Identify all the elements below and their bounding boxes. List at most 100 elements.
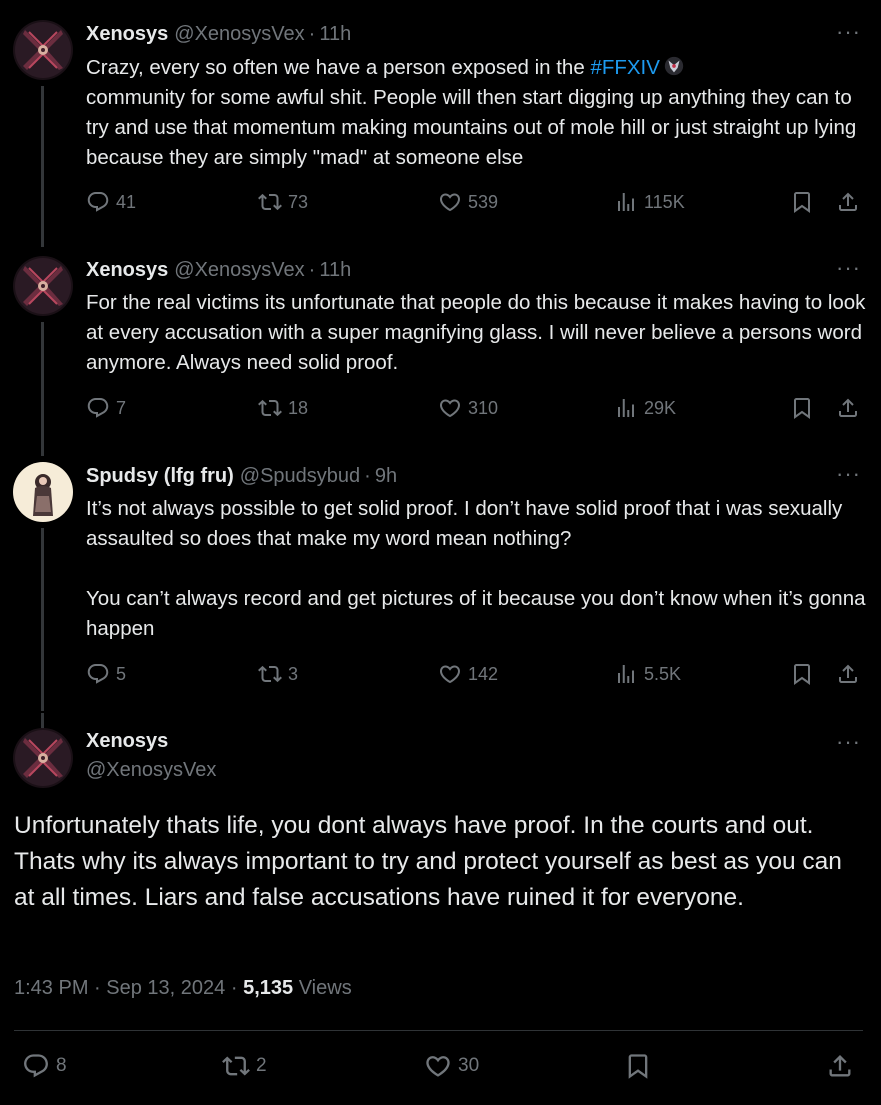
- reply-button[interactable]: 8: [22, 1052, 67, 1080]
- share-button[interactable]: [826, 1052, 860, 1080]
- repost-button[interactable]: 2: [222, 1052, 267, 1080]
- share-button[interactable]: [836, 662, 860, 686]
- more-icon[interactable]: ···: [836, 21, 861, 43]
- user-handle[interactable]: @XenosysVex: [174, 259, 304, 282]
- main-tweet-header: Xenosys @XenosysVex: [86, 730, 216, 782]
- share-icon: [836, 662, 860, 686]
- thread-connector-line: [41, 528, 44, 711]
- bookmark-button[interactable]: [790, 662, 814, 686]
- views-count: 115K: [644, 191, 685, 212]
- views-button[interactable]: 115K: [614, 190, 685, 214]
- reply-icon: [86, 396, 110, 420]
- separator: ·: [230, 977, 238, 999]
- reply-icon: [86, 190, 110, 214]
- repost-count: 2: [256, 1055, 267, 1076]
- views-button[interactable]: 29K: [614, 396, 676, 420]
- repost-count: 18: [288, 397, 309, 418]
- like-count: 142: [468, 663, 499, 684]
- repost-button[interactable]: 18: [258, 396, 308, 420]
- avatar[interactable]: [13, 462, 73, 522]
- thread-connector-line: [41, 86, 44, 247]
- like-count: 310: [468, 397, 499, 418]
- repost-button[interactable]: 73: [258, 190, 308, 214]
- reply-icon: [22, 1052, 50, 1080]
- share-icon: [836, 396, 860, 420]
- tweet-date[interactable]: Sep 13, 2024: [106, 977, 225, 999]
- main-tweet-text: Unfortunately thats life, you dont alway…: [14, 812, 842, 911]
- bookmark-icon: [790, 190, 814, 214]
- tweet-text-part: community for some awful shit. People wi…: [86, 86, 857, 169]
- reply-button[interactable]: 7: [86, 396, 126, 420]
- thread-connector-line: [41, 322, 44, 456]
- tweet-text: It’s not always possible to get solid pr…: [86, 497, 866, 640]
- bookmark-icon: [790, 662, 814, 686]
- like-count: 539: [468, 191, 499, 212]
- tweet-meta: 1:43 PM · Sep 13, 2024 · 5,135 Views: [14, 977, 352, 1000]
- like-button[interactable]: 310: [438, 396, 498, 420]
- bookmark-button[interactable]: [624, 1052, 658, 1080]
- reply-count: 5: [116, 663, 127, 684]
- share-button[interactable]: [836, 396, 860, 420]
- more-icon[interactable]: ···: [836, 257, 861, 279]
- reply-count: 8: [56, 1055, 67, 1076]
- avatar[interactable]: [13, 20, 73, 80]
- repost-count: 73: [288, 191, 309, 212]
- timestamp[interactable]: 11h: [319, 259, 351, 282]
- separator: ·: [94, 977, 101, 999]
- repost-icon: [258, 190, 282, 214]
- reply-count: 41: [116, 191, 137, 212]
- thread-connector-line: [41, 713, 44, 728]
- separator: ·: [308, 22, 316, 45]
- reply-button[interactable]: 5: [86, 662, 126, 686]
- display-name[interactable]: Xenosys: [86, 259, 168, 282]
- like-icon: [424, 1052, 452, 1080]
- repost-icon: [222, 1052, 250, 1080]
- bookmark-button[interactable]: [790, 396, 814, 420]
- share-button[interactable]: [836, 190, 860, 214]
- views-total: 5,135: [243, 977, 294, 999]
- tweet-header: Xenosys @XenosysVex · 11h: [86, 256, 351, 284]
- main-display-name[interactable]: Xenosys: [86, 730, 216, 753]
- like-button[interactable]: 539: [438, 190, 498, 214]
- views-icon: [614, 662, 638, 686]
- display-name[interactable]: Xenosys: [86, 23, 168, 46]
- tweet-text: For the real victims its unfortunate tha…: [86, 291, 872, 374]
- like-icon: [438, 396, 462, 420]
- display-name[interactable]: Spudsy (lfg fru): [86, 465, 234, 488]
- tweet-actions: 7 18 310 29K: [86, 396, 866, 426]
- main-more-icon[interactable]: ···: [836, 731, 861, 753]
- views-count: 5.5K: [644, 663, 682, 684]
- divider: [14, 1030, 863, 1031]
- tweet-actions: 41 73 539 115K: [86, 190, 866, 220]
- separator: ·: [364, 464, 371, 487]
- main-tweet-actions: 8 2 30: [0, 1052, 881, 1084]
- views-button[interactable]: 5.5K: [614, 662, 681, 686]
- bookmark-icon: [790, 396, 814, 420]
- reply-button[interactable]: 41: [86, 190, 136, 214]
- views-icon: [614, 190, 638, 214]
- more-icon[interactable]: ···: [836, 463, 861, 485]
- main-avatar[interactable]: [13, 728, 73, 788]
- share-icon: [826, 1052, 854, 1080]
- main-user-handle[interactable]: @XenosysVex: [86, 759, 216, 782]
- like-icon: [438, 190, 462, 214]
- repost-count: 3: [288, 663, 299, 684]
- user-handle[interactable]: @Spudsybud: [240, 465, 360, 488]
- repost-button[interactable]: 3: [258, 662, 298, 686]
- repost-icon: [258, 396, 282, 420]
- separator: ·: [308, 258, 316, 281]
- timestamp[interactable]: 11h: [319, 23, 351, 46]
- tweet-time[interactable]: 1:43 PM: [14, 977, 88, 999]
- tweet-header: Spudsy (lfg fru) @Spudsybud · 9h: [86, 462, 397, 490]
- tweet-text: Crazy, every so often we have a person e…: [86, 53, 871, 173]
- timestamp[interactable]: 9h: [375, 465, 397, 488]
- bookmark-icon: [624, 1052, 652, 1080]
- hashtag-link[interactable]: #FFXIV: [590, 56, 660, 79]
- ffxiv-emoji-icon: [663, 55, 685, 77]
- like-count: 30: [458, 1055, 480, 1076]
- like-button[interactable]: 142: [438, 662, 498, 686]
- user-handle[interactable]: @XenosysVex: [174, 23, 304, 46]
- avatar[interactable]: [13, 256, 73, 316]
- bookmark-button[interactable]: [790, 190, 814, 214]
- like-button[interactable]: 30: [424, 1052, 479, 1080]
